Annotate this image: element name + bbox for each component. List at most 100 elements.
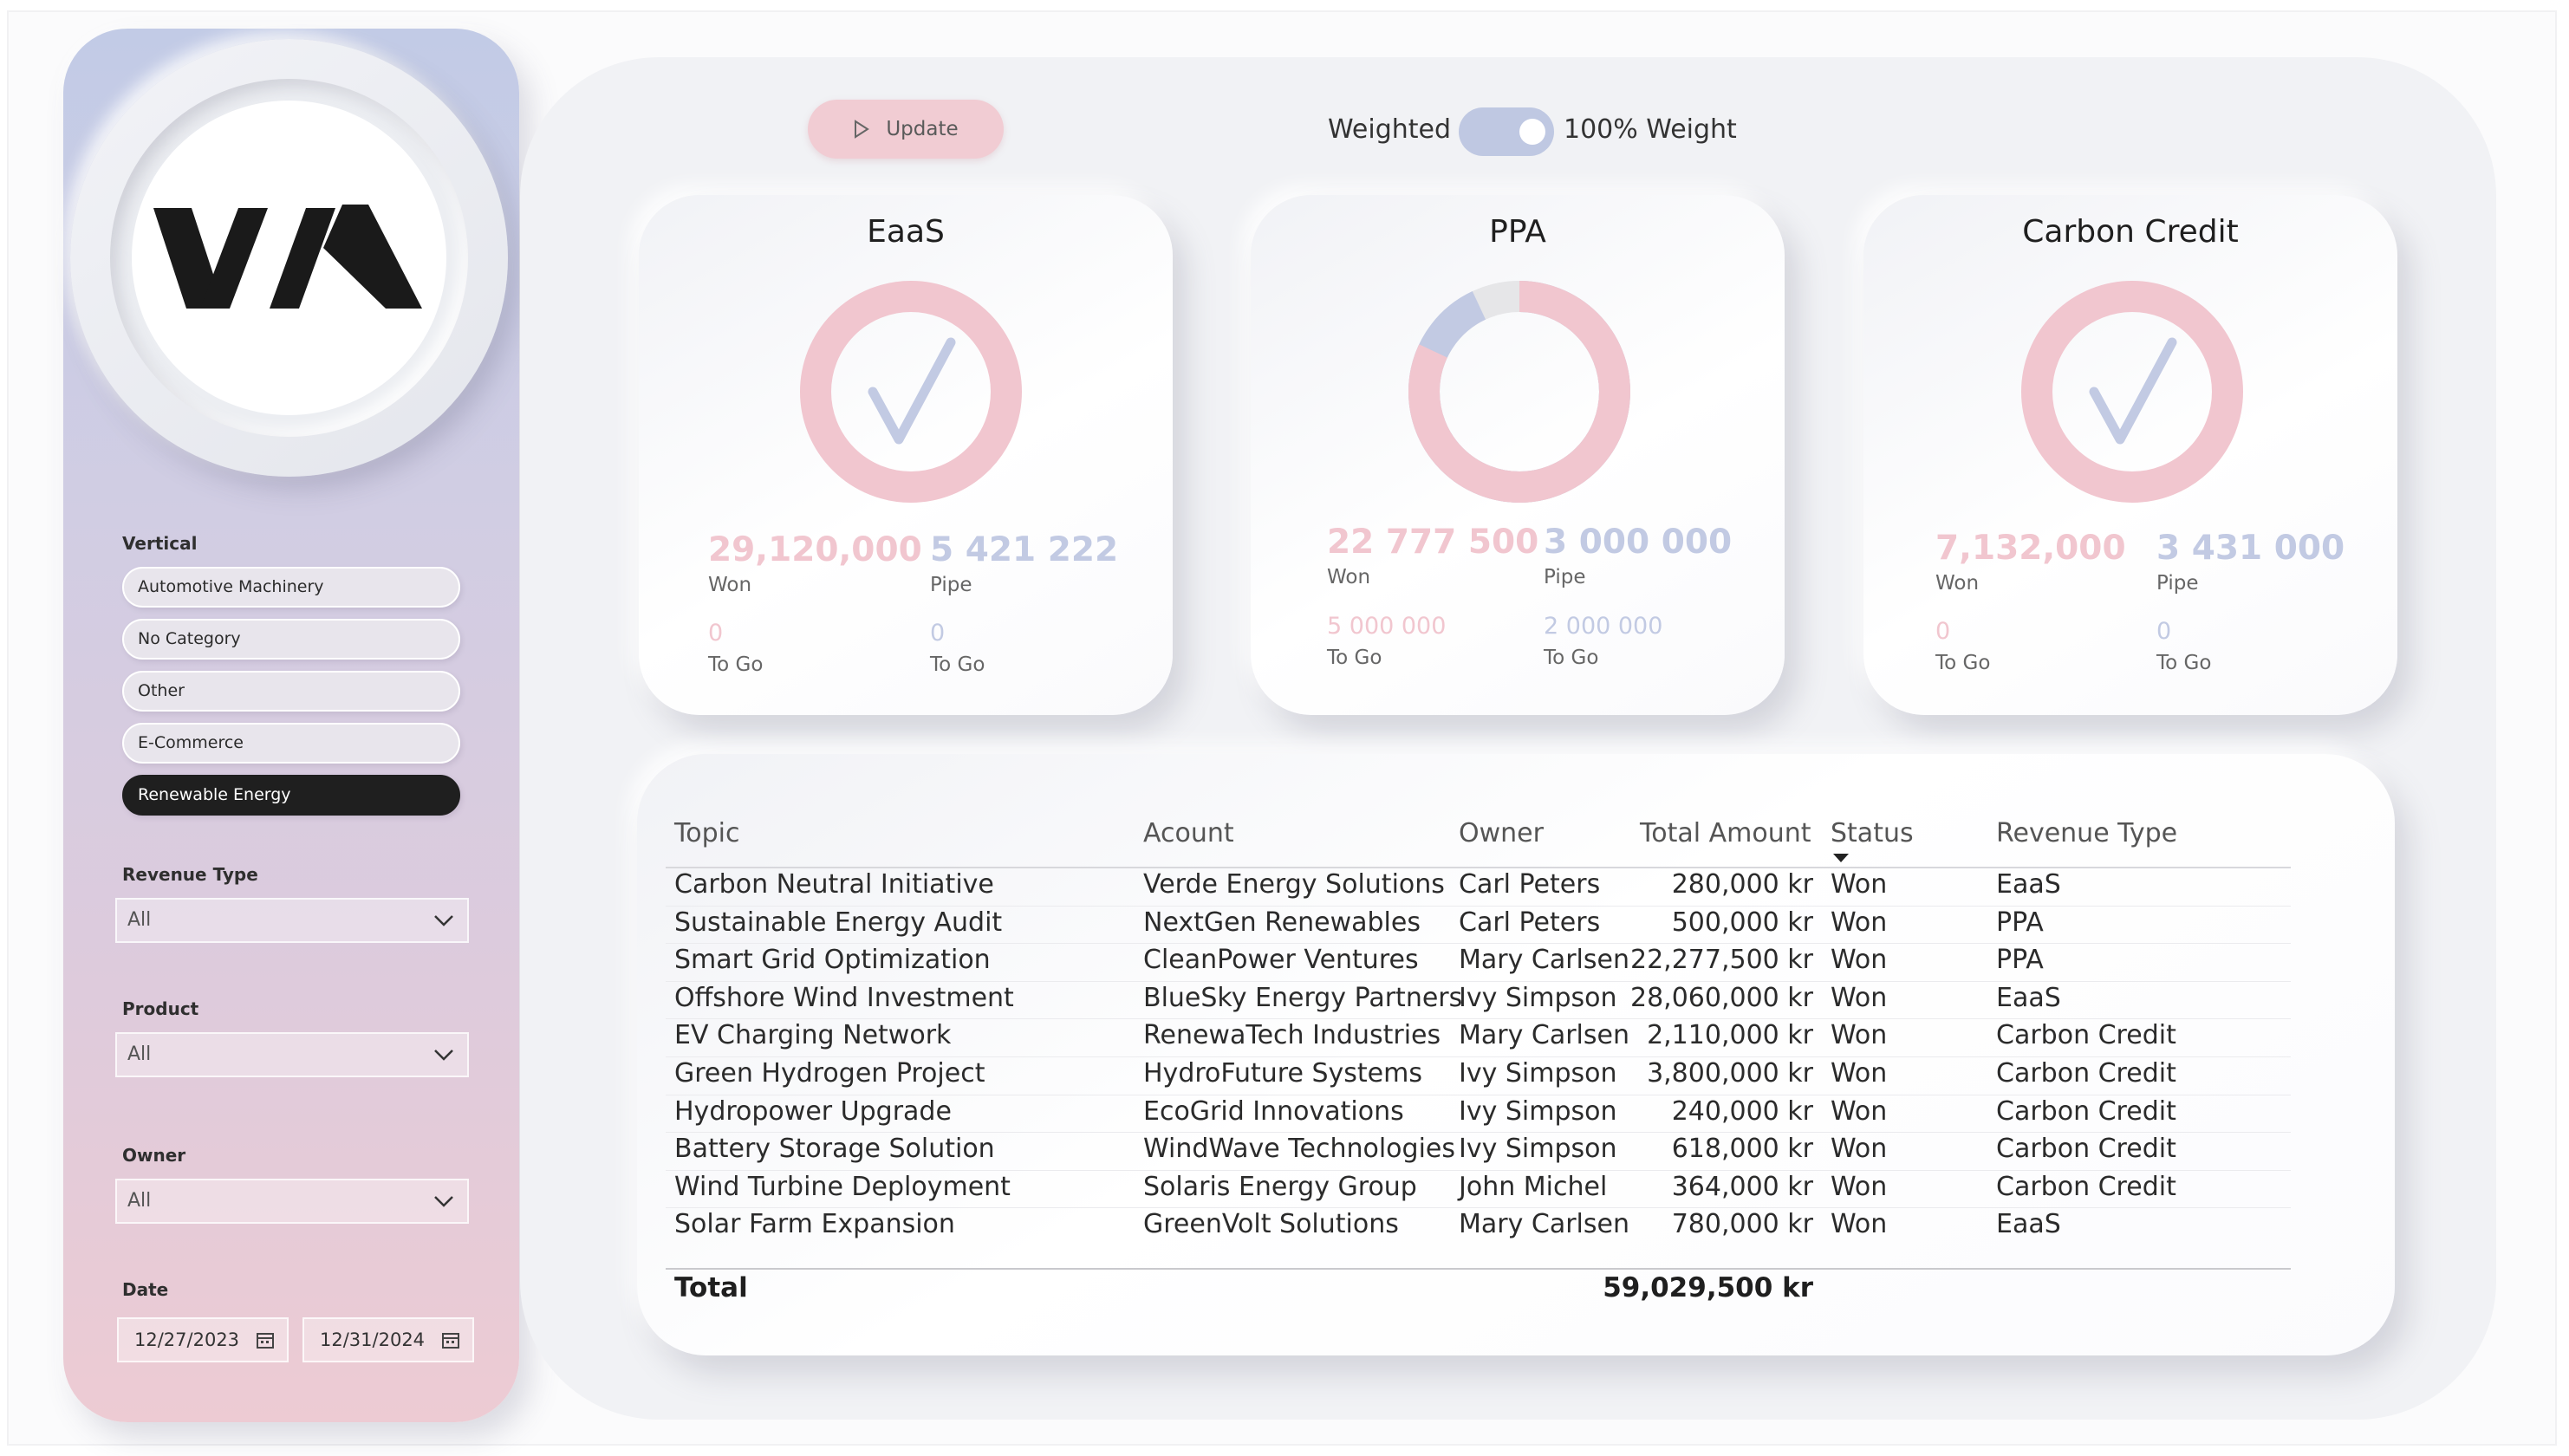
wm-logo-icon	[153, 204, 422, 309]
kpi-card-carbon-credit: Carbon Credit 7,132,000 Won 3 431 000 Pi…	[1863, 195, 2397, 715]
cell-revenue-type: Carbon Credit	[1996, 1095, 2176, 1127]
won-togo-label: To Go	[1327, 647, 1382, 669]
cell-status: Won	[1831, 1058, 1888, 1089]
pipe-togo-value: 2 000 000	[1544, 613, 1663, 640]
pipe-label: Pipe	[2156, 572, 2199, 595]
date-filter-label: Date	[122, 1279, 169, 1300]
weighted-label: Weighted	[1328, 114, 1452, 145]
row-divider	[666, 1207, 2291, 1209]
cell-status: Won	[1831, 945, 1888, 976]
update-button[interactable]: Update	[808, 100, 1004, 159]
won-value: 7,132,000	[1935, 529, 2126, 568]
cell-account: GreenVolt Solutions	[1143, 1209, 1399, 1240]
column-header-topic[interactable]: Topic	[674, 818, 739, 848]
column-header-status[interactable]: Status	[1831, 818, 1914, 848]
progress-donut	[1408, 281, 1630, 503]
cell-revenue-type: Carbon Credit	[1996, 1020, 2176, 1051]
kpi-card-eaas: EaaS 29,120,000 Won 5 421 222 Pipe 0 To …	[639, 195, 1173, 715]
cell-total-amount: 2,110,000 kr	[1647, 1020, 1813, 1051]
card-title: Carbon Credit	[2022, 214, 2239, 250]
cell-account: HydroFuture Systems	[1143, 1058, 1422, 1089]
cell-status: Won	[1831, 1134, 1888, 1165]
column-header-owner[interactable]: Owner	[1459, 818, 1544, 848]
cell-account: NextGen Renewables	[1143, 907, 1421, 938]
won-label: Won	[708, 574, 752, 596]
cell-status: Won	[1831, 1095, 1888, 1127]
full-weight-label: 100% Weight	[1564, 114, 1737, 145]
card-title: PPA	[1489, 214, 1546, 250]
cell-topic: Green Hydrogen Project	[674, 1058, 985, 1089]
cell-topic: Solar Farm Expansion	[674, 1209, 955, 1240]
progress-ring	[2021, 281, 2243, 503]
logo-badge	[70, 39, 508, 477]
cell-total-amount: 240,000 kr	[1671, 1095, 1813, 1127]
vertical-option-other[interactable]: Other	[122, 671, 460, 712]
pipe-togo-value: 0	[930, 620, 946, 647]
play-icon	[855, 120, 870, 139]
cell-status: Won	[1831, 869, 1888, 900]
cell-topic: Offshore Wind Investment	[674, 982, 1014, 1013]
row-divider	[666, 1018, 2291, 1020]
owner-dropdown[interactable]: All	[115, 1179, 469, 1224]
cell-status: Won	[1831, 1020, 1888, 1051]
cell-revenue-type: PPA	[1996, 945, 2044, 976]
column-header-total-amount[interactable]: Total Amount	[1640, 818, 1811, 848]
cell-account: RenewaTech Industries	[1143, 1020, 1441, 1051]
cell-status: Won	[1831, 907, 1888, 938]
cell-status: Won	[1831, 1209, 1888, 1240]
product-value: All	[127, 1043, 152, 1065]
won-togo-label: To Go	[708, 653, 764, 676]
cell-revenue-type: Carbon Credit	[1996, 1058, 2176, 1089]
row-divider	[666, 1132, 2291, 1134]
date-start-input[interactable]: 12/27/2023	[117, 1317, 289, 1362]
revenue-type-dropdown[interactable]: All	[115, 898, 469, 943]
product-dropdown[interactable]: All	[115, 1032, 469, 1077]
won-label: Won	[1935, 572, 1980, 595]
progress-donut	[2021, 281, 2243, 503]
pipe-togo-label: To Go	[930, 653, 985, 676]
owner-filter-label: Owner	[122, 1145, 186, 1166]
vertical-option-e-commerce[interactable]: E-Commerce	[122, 723, 460, 764]
owner-value: All	[127, 1190, 152, 1212]
column-header-revenue-type[interactable]: Revenue Type	[1996, 818, 2177, 848]
company-logo	[132, 101, 446, 415]
cell-revenue-type: EaaS	[1996, 982, 2061, 1013]
revenue-type-value: All	[127, 909, 152, 931]
chevron-down-icon	[434, 1196, 453, 1207]
vertical-option-no-category[interactable]: No Category	[122, 619, 460, 660]
pipe-value: 3 431 000	[2156, 529, 2345, 568]
cell-account: CleanPower Ventures	[1143, 945, 1419, 976]
product-filter-label: Product	[122, 998, 199, 1019]
calendar-icon[interactable]	[441, 1330, 460, 1349]
row-divider	[666, 943, 2291, 945]
won-label: Won	[1327, 566, 1371, 588]
cell-topic: Wind Turbine Deployment	[674, 1171, 1011, 1202]
pipe-togo-value: 0	[2156, 618, 2172, 645]
cell-topic: Carbon Neutral Initiative	[674, 869, 994, 900]
cell-account: BlueSky Energy Partners	[1143, 982, 1463, 1013]
row-divider	[666, 1169, 2291, 1171]
total-amount: 59,029,500 kr	[1603, 1272, 1813, 1303]
won-value: 29,120,000	[708, 530, 922, 569]
column-header-account[interactable]: Acount	[1143, 818, 1234, 848]
revenue-type-filter-label: Revenue Type	[122, 864, 258, 885]
calendar-icon[interactable]	[256, 1330, 275, 1349]
weight-toggle[interactable]	[1459, 107, 1554, 156]
cell-revenue-type: Carbon Credit	[1996, 1134, 2176, 1165]
cell-revenue-type: EaaS	[1996, 1209, 2061, 1240]
vertical-option-automotive-machinery[interactable]: Automotive Machinery	[122, 567, 460, 608]
sort-descending-icon	[1833, 854, 1849, 862]
cell-total-amount: 364,000 kr	[1671, 1171, 1813, 1202]
cell-topic: Battery Storage Solution	[674, 1134, 995, 1165]
cell-owner: Carl Peters	[1459, 869, 1601, 900]
update-button-label: Update	[886, 118, 959, 140]
cell-total-amount: 28,060,000 kr	[1629, 982, 1813, 1013]
vertical-option-renewable-energy[interactable]: Renewable Energy	[122, 775, 460, 816]
won-togo-value: 0	[1935, 618, 1951, 645]
vertical-filter-label: Vertical	[122, 533, 198, 554]
cell-topic: Smart Grid Optimization	[674, 945, 991, 976]
cell-status: Won	[1831, 1171, 1888, 1202]
date-end-input[interactable]: 12/31/2024	[302, 1317, 474, 1362]
pipe-value: 3 000 000	[1544, 523, 1733, 562]
total-divider	[666, 1268, 2291, 1270]
